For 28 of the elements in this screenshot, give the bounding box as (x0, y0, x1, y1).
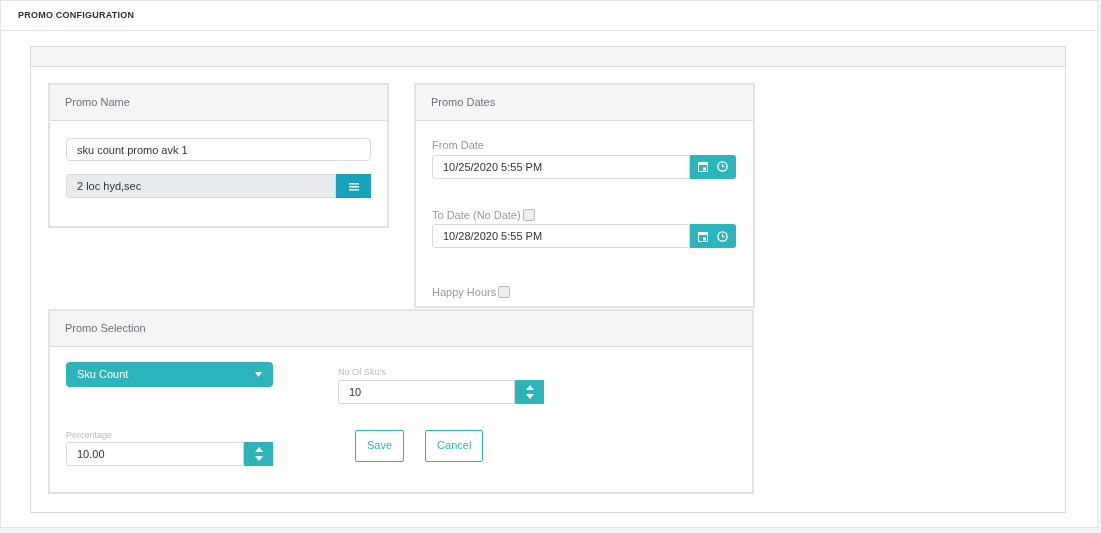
panel-title: Promo Selection (65, 321, 146, 337)
field-label: From Date (432, 138, 485, 153)
spinner-icon (254, 446, 263, 461)
panel-title: Promo Dates (431, 95, 496, 111)
location-field[interactable]: 2 loc hyd,sec (66, 174, 337, 198)
page-title: PROMO CONFIGURATION (18, 8, 135, 22)
spinner-button[interactable] (515, 379, 544, 404)
calendar-icon[interactable] (697, 230, 708, 242)
menu-button[interactable] (336, 174, 371, 198)
field-label: To Date (No Date) (432, 207, 521, 223)
to-date-field[interactable]: 10/28/2020 5:55 PM (432, 224, 690, 248)
caret-icon (255, 372, 262, 377)
happy-hours-checkbox[interactable] (498, 286, 511, 299)
spinner-icon (525, 384, 534, 399)
spinner-button[interactable] (244, 441, 273, 466)
menu-icon (348, 181, 359, 191)
field-label: No Of Sku's (338, 366, 387, 379)
from-date-field[interactable]: 10/25/2020 5:55 PM (432, 154, 690, 179)
field-label: Happy Hours (432, 285, 497, 300)
sku-count-field[interactable]: 10 (338, 379, 515, 404)
promo-name-field[interactable]: sku count promo avk 1 (66, 138, 371, 161)
calendar-icon[interactable] (697, 161, 708, 172)
clock-icon[interactable] (717, 161, 729, 172)
clock-icon[interactable] (717, 230, 729, 242)
percentage-field[interactable]: 10.00 (66, 441, 244, 466)
panel-title: Promo Name (65, 95, 130, 111)
field-label: Percentage (66, 429, 114, 442)
no-date-checkbox[interactable] (522, 208, 535, 221)
